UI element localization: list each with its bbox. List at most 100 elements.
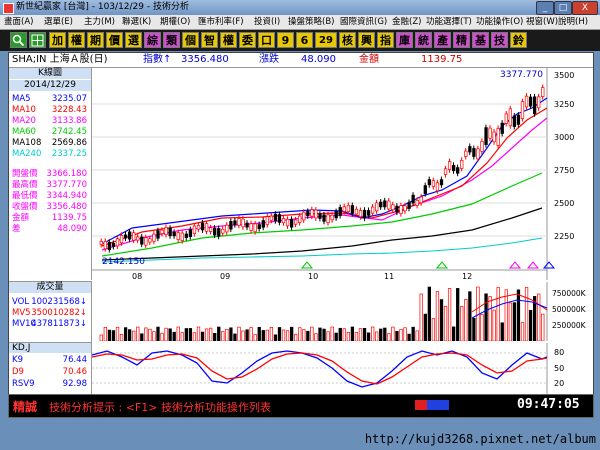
toolbar-button-core[interactable]: 核 bbox=[339, 32, 356, 48]
diff-row: 差 48.090 bbox=[12, 224, 91, 234]
toolbar-button-category[interactable]: 類 bbox=[163, 32, 180, 48]
toolbar-button-stock[interactable]: 個 bbox=[182, 32, 199, 48]
toolbar-button-smart[interactable]: 智 bbox=[201, 32, 218, 48]
search-icon[interactable] bbox=[10, 32, 27, 48]
candle bbox=[520, 101, 525, 119]
menu-item[interactable]: 主力(M) bbox=[84, 15, 115, 29]
menu-item[interactable]: 國際資訊(G) bbox=[340, 15, 387, 29]
menu-item[interactable]: 操盤策略(B) bbox=[288, 15, 334, 29]
candle bbox=[172, 231, 176, 237]
candle bbox=[265, 216, 270, 225]
volume-bar bbox=[306, 330, 310, 341]
volume-bar bbox=[468, 291, 472, 341]
candle bbox=[346, 204, 351, 212]
kdj-chart: 80 50 20 bbox=[92, 343, 593, 394]
toolbar-button-order[interactable]: 委 bbox=[239, 32, 256, 48]
candle bbox=[468, 146, 472, 153]
volume-title: 成交量 bbox=[9, 282, 91, 293]
candle bbox=[375, 202, 379, 212]
toolbar-button-base[interactable]: 基 bbox=[472, 32, 489, 48]
menu-item[interactable]: 功能選擇(T) bbox=[426, 15, 472, 29]
volume-bar bbox=[342, 328, 346, 341]
toolbar-button-add[interactable]: 加 bbox=[49, 32, 66, 48]
candle bbox=[140, 236, 144, 245]
volume-bar bbox=[99, 334, 103, 341]
candle bbox=[415, 199, 419, 206]
volume-bar bbox=[123, 327, 128, 341]
menu-item[interactable]: 投資(I) bbox=[254, 15, 280, 29]
toolbar-button-6[interactable]: 6 bbox=[296, 32, 313, 48]
volume-bar bbox=[245, 329, 249, 341]
ma-value: 2569.86 bbox=[51, 138, 87, 148]
ma-value: 3133.86 bbox=[51, 116, 87, 126]
toolbar-button-select[interactable]: 選 bbox=[125, 32, 142, 48]
candle bbox=[103, 241, 108, 250]
menu-item[interactable]: 選單(E) bbox=[44, 15, 73, 29]
volume-bar bbox=[213, 333, 217, 341]
menu-item[interactable]: 視窗(W) bbox=[526, 15, 558, 29]
volume-bar bbox=[249, 327, 253, 341]
toolbar-button-tech[interactable]: 技 bbox=[491, 32, 508, 48]
candle bbox=[168, 227, 172, 237]
toolbar-button-weighted[interactable]: 權 bbox=[68, 32, 85, 48]
volume-bar bbox=[140, 333, 144, 341]
change-value: 48.090 bbox=[301, 54, 336, 65]
toolbar-button-industry[interactable]: 產 bbox=[434, 32, 451, 48]
candle bbox=[504, 113, 508, 124]
volume-bar bbox=[524, 287, 529, 341]
volume-bar bbox=[204, 328, 209, 341]
volume-bar bbox=[115, 326, 120, 341]
volume-bar bbox=[208, 327, 213, 341]
candle bbox=[431, 180, 436, 187]
toolbar-button-warehouse[interactable]: 庫 bbox=[396, 32, 413, 48]
price-label: 差 bbox=[12, 224, 21, 234]
toolbar-button-9[interactable]: 9 bbox=[277, 32, 294, 48]
volume-bar bbox=[229, 327, 233, 341]
toolbar-button-stats[interactable]: 統 bbox=[415, 32, 432, 48]
toolbar-button-rise[interactable]: 興 bbox=[358, 32, 375, 48]
kdj-y-tick: 20 bbox=[554, 379, 564, 388]
volume-bar bbox=[480, 313, 484, 341]
toolbar-button-29[interactable]: 29 bbox=[315, 32, 337, 48]
candle bbox=[180, 232, 184, 242]
menu-item[interactable]: 匯市利率(F) bbox=[198, 15, 244, 29]
toolbar-button-rights[interactable]: 權 bbox=[220, 32, 237, 48]
menu-item[interactable]: 金融(Z) bbox=[392, 15, 421, 29]
candle bbox=[237, 218, 241, 226]
menu-item[interactable]: 功能操作(O) bbox=[476, 15, 523, 29]
volume-bar bbox=[136, 326, 140, 341]
close-button[interactable]: X bbox=[572, 1, 598, 15]
menu-item[interactable]: 說明(H) bbox=[558, 15, 588, 29]
toolbar-button-overview[interactable]: 綜 bbox=[144, 32, 161, 48]
window-titlebar: 新世紀贏家 [台灣] - 103/12/29 - 技術分析 _ □ X bbox=[0, 0, 600, 15]
candle bbox=[391, 204, 395, 211]
y-tick: 3250 bbox=[554, 100, 574, 109]
candle bbox=[524, 95, 529, 108]
toolbar-button-futures[interactable]: 期 bbox=[87, 32, 104, 48]
menu-item[interactable]: 期權(O) bbox=[160, 15, 190, 29]
minimize-button[interactable]: _ bbox=[536, 1, 554, 15]
vol-value: 100231568↓ bbox=[31, 297, 87, 307]
candle bbox=[338, 207, 342, 216]
volume-bar bbox=[492, 309, 496, 341]
volume-bar bbox=[452, 326, 456, 341]
toolbar-button-bell[interactable]: 鈴 bbox=[510, 32, 527, 48]
toolbar-button-fine[interactable]: 精 bbox=[453, 32, 470, 48]
candle bbox=[326, 214, 330, 224]
candle bbox=[204, 223, 209, 232]
maximize-button[interactable]: □ bbox=[554, 1, 572, 15]
menu-item[interactable]: 畫面(A) bbox=[4, 15, 33, 29]
toolbar-button-index[interactable]: 指 bbox=[377, 32, 394, 48]
mv10-row: MV10 437811873↓ bbox=[12, 319, 91, 329]
volume-bar bbox=[423, 313, 427, 341]
candle bbox=[541, 87, 545, 97]
toolbar-button-price[interactable]: 價 bbox=[106, 32, 123, 48]
menu-item[interactable]: 聯選(K) bbox=[122, 15, 151, 29]
grid-icon[interactable] bbox=[29, 32, 46, 48]
volume-bar bbox=[350, 326, 355, 341]
vol-value: 350010282↓ bbox=[31, 308, 87, 318]
candle bbox=[528, 96, 533, 107]
y-tick: 3500 bbox=[554, 71, 574, 80]
y-tick: 2250 bbox=[554, 232, 574, 241]
toolbar-button-mouth[interactable]: 口 bbox=[258, 32, 275, 48]
